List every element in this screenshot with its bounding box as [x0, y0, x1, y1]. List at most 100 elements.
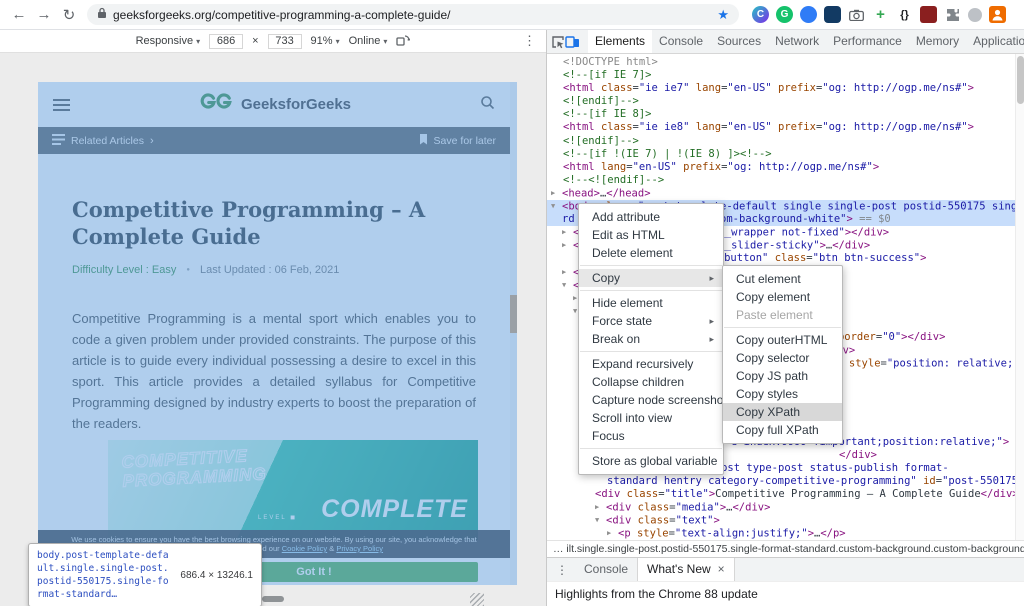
tab-application[interactable]: Application [966, 30, 1024, 53]
tab-console[interactable]: Console [652, 30, 710, 53]
extensions-row: C G + {} [752, 6, 1006, 23]
related-articles-link[interactable]: Related Articles › [52, 133, 154, 148]
menu-item-copy-full-xpath[interactable]: Copy full XPath [723, 421, 842, 439]
rotate-device-icon[interactable] [396, 34, 411, 49]
code-line[interactable]: ▶ <p style="text-align:justify;">…</p> [547, 527, 1024, 540]
menu-item-store-as-global-variable[interactable]: Store as global variable [579, 452, 723, 470]
menu-item-collapse-children[interactable]: Collapse children [579, 373, 723, 391]
menu-separator [580, 265, 722, 266]
red-extension-icon[interactable] [920, 6, 937, 23]
menu-item-copy-styles[interactable]: Copy styles [723, 385, 842, 403]
tab-elements[interactable]: Elements [588, 30, 653, 53]
code-line[interactable]: <div class="title">Competitive Programmi… [547, 488, 1024, 501]
code-line[interactable]: <!--[if !(IE 7) | !(IE 8) ]><!--> [547, 148, 1024, 161]
drawer-tab-whats-new[interactable]: What's New × [637, 558, 735, 581]
canva-extension-icon[interactable]: C [752, 6, 769, 23]
hamburger-menu-icon[interactable] [53, 96, 70, 114]
device-width-input[interactable] [209, 33, 244, 49]
device-toolbar-toggle-icon[interactable] [565, 30, 580, 53]
drawer-tab-console[interactable]: Console [575, 558, 637, 581]
site-logo[interactable]: GeeksforGeeks [70, 92, 480, 117]
code-line[interactable]: <!--[if IE 8]> [547, 108, 1024, 121]
resize-grip[interactable] [470, 593, 484, 606]
code-line[interactable]: <html class="ie ie7" lang="en-US" prefix… [547, 82, 1024, 95]
code-line[interactable]: ▼ <div class="text"> [547, 514, 1024, 527]
forward-button[interactable]: → [33, 4, 55, 26]
devtools-tabbar: Elements Console Sources Network Performance… [547, 30, 1024, 54]
bookmark-icon [419, 133, 428, 148]
code-line[interactable]: <html class="ie ie8" lang="en-US" prefix… [547, 121, 1024, 134]
screenshot-camera-icon[interactable] [848, 6, 865, 23]
menu-item-hide-element[interactable]: Hide element [579, 294, 723, 312]
chevron-right-icon: › [149, 134, 154, 147]
gfg-page: GeeksforGeeks Related Articles › Save fo… [38, 82, 510, 585]
horizontal-scrollbar-thumb[interactable] [262, 596, 284, 602]
menu-item-add-attribute[interactable]: Add attribute [579, 208, 723, 226]
profile-avatar-icon[interactable] [989, 6, 1006, 23]
drawer-menu-icon[interactable]: ⋮ [549, 563, 575, 577]
code-line[interactable]: <![endif]--> [547, 95, 1024, 108]
article-meta: Difficulty Level : Easy ● Last Updated :… [72, 264, 476, 276]
code-line[interactable]: <!--[if IE 7]> [547, 69, 1024, 82]
dark-extension-icon[interactable] [824, 6, 841, 23]
code-line[interactable]: ▶ <head>…</head> [547, 187, 1024, 200]
menu-item-copy[interactable]: Copy ▸ [579, 269, 723, 287]
gray-extension-icon[interactable] [968, 7, 982, 22]
menu-item-break-on[interactable]: Break on ▸ [579, 330, 723, 348]
code-line[interactable]: <![endif]--> [547, 135, 1024, 148]
menu-item-edit-as-html[interactable]: Edit as HTML [579, 226, 723, 244]
menu-item-copy-outerhtml[interactable]: Copy outerHTML [723, 331, 842, 349]
add-extension-icon[interactable]: + [872, 6, 889, 23]
device-emulation-toolbar: Responsive▾ × 91%▾ Online▾ ⋮ [0, 30, 546, 53]
menu-item-copy-element[interactable]: Copy element [723, 288, 842, 306]
code-formatter-extension-icon[interactable]: {} [896, 6, 913, 23]
menu-item-capture-node-screenshot[interactable]: Capture node screenshot [579, 391, 727, 409]
blue-extension-icon[interactable] [800, 6, 817, 23]
code-line[interactable]: ▶ <div class="media">…</div> [547, 501, 1024, 514]
search-icon[interactable] [480, 95, 495, 115]
menu-item-cut-element[interactable]: Cut element [723, 270, 842, 288]
chevron-down-icon: ▾ [196, 36, 201, 46]
url-text[interactable]: geeksforgeeks.org/competitive-programmin… [113, 8, 711, 22]
grammarly-extension-icon[interactable]: G [776, 6, 793, 23]
reload-button[interactable]: ↻ [58, 4, 80, 26]
menu-item-copy-selector[interactable]: Copy selector [723, 349, 842, 367]
devtools-scrollbar-thumb[interactable] [1017, 56, 1024, 104]
device-toolbar-menu-icon[interactable]: ⋮ [523, 33, 536, 49]
inspect-element-icon[interactable] [551, 30, 565, 53]
devtools-scrollbar[interactable] [1015, 54, 1024, 540]
menu-item-delete-element[interactable]: Delete element [579, 244, 723, 262]
menu-item-focus[interactable]: Focus [579, 427, 723, 445]
close-tab-icon[interactable]: × [718, 558, 725, 581]
network-throttle-select[interactable]: Online ▾ [349, 35, 388, 47]
device-height-input[interactable] [267, 33, 302, 49]
menu-item-copy-xpath[interactable]: Copy XPath [723, 403, 842, 421]
cookie-policy-link[interactable]: Cookie Policy [282, 544, 327, 553]
menu-item-force-state[interactable]: Force state ▸ [579, 312, 723, 330]
tab-memory[interactable]: Memory [909, 30, 966, 53]
dimension-separator: × [252, 35, 259, 47]
bookmark-star-icon[interactable]: ★ [717, 7, 729, 23]
menu-item-paste-element[interactable]: Paste element [723, 306, 842, 324]
page-scrollbar-thumb[interactable] [510, 295, 517, 333]
save-for-later-link[interactable]: Save for later [419, 133, 496, 148]
address-bar[interactable]: geeksforgeeks.org/competitive-programmin… [87, 4, 739, 25]
menu-item-copy-js-path[interactable]: Copy JS path [723, 367, 842, 385]
tab-performance[interactable]: Performance [826, 30, 909, 53]
zoom-select[interactable]: 91% ▾ [311, 35, 340, 47]
code-line[interactable]: <html lang="en-US" prefix="og: http://og… [547, 161, 1024, 174]
menu-item-expand-recursively[interactable]: Expand recursively [579, 355, 723, 373]
extensions-puzzle-icon[interactable] [944, 6, 961, 23]
difficulty-level[interactable]: Difficulty Level : Easy [72, 264, 176, 276]
code-line[interactable]: <!DOCTYPE html> [547, 56, 1024, 69]
code-line[interactable]: <!--<![endif]--> [547, 174, 1024, 187]
back-button[interactable]: ← [8, 4, 30, 26]
code-line[interactable]: standard hentry category-competitive-pro… [547, 475, 1024, 488]
submenu-arrow-icon: ▸ [709, 334, 714, 344]
tab-sources[interactable]: Sources [710, 30, 768, 53]
privacy-policy-link[interactable]: Privacy Policy [336, 544, 383, 553]
menu-item-scroll-into-view[interactable]: Scroll into view [579, 409, 723, 427]
device-mode-select[interactable]: Responsive ▾ [136, 35, 201, 47]
tab-network[interactable]: Network [768, 30, 826, 53]
elements-breadcrumb[interactable]: … ilt.single.single-post.postid-550175.s… [547, 540, 1024, 557]
